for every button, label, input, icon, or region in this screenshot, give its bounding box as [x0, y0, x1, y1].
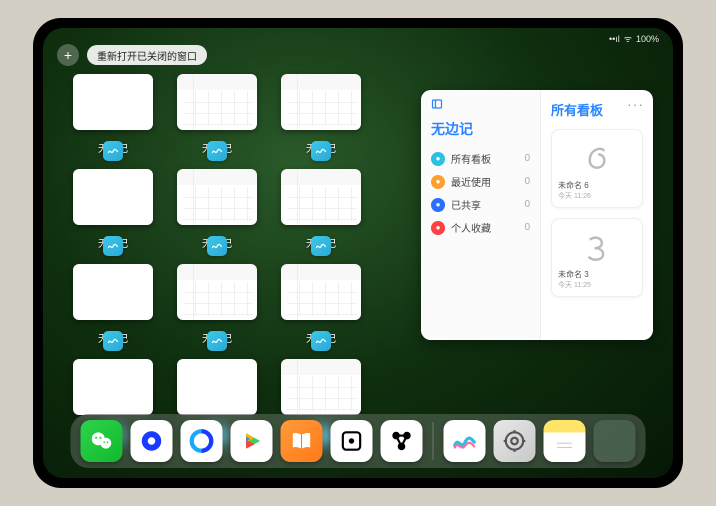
freeform-app-icon	[103, 236, 123, 256]
row-icon: ●	[431, 221, 445, 235]
row-label: 个人收藏	[451, 220, 491, 235]
window-thumb-4[interactable]: 无边记	[177, 169, 257, 250]
window-preview	[177, 359, 257, 415]
dock	[71, 414, 646, 468]
row-icon: ●	[431, 198, 445, 212]
freeform-app-icon	[311, 141, 331, 161]
row-count: 0	[524, 199, 530, 210]
freeform-app-icon	[207, 331, 227, 351]
row-count: 0	[524, 222, 530, 233]
battery-text: 100%	[636, 34, 659, 44]
board-sketch	[558, 136, 636, 180]
preview-main: 所有看板 未命名 6今天 11:26未命名 3今天 11:25	[541, 90, 653, 340]
sidebar-toggle-icon[interactable]	[431, 98, 530, 113]
freeform-preview-window[interactable]: ··· 无边记 ●所有看板0●最近使用0●已共享0●个人收藏0 所有看板 未命名…	[421, 90, 653, 340]
more-icon[interactable]: ···	[627, 96, 644, 112]
window-preview	[281, 264, 361, 320]
window-preview	[281, 74, 361, 130]
window-thumb-1[interactable]: 无边记	[177, 74, 257, 155]
board-card-1[interactable]: 未命名 3今天 11:25	[551, 218, 643, 297]
dock-app-freeform[interactable]	[444, 420, 486, 462]
window-thumb-5[interactable]: 无边记	[281, 169, 361, 250]
dock-app-connect[interactable]	[381, 420, 423, 462]
freeform-app-icon	[207, 236, 227, 256]
reopen-closed-window-button[interactable]: 重新打开已关闭的窗口	[87, 45, 207, 65]
status-bar: ••ıl ᯤ 100%	[609, 32, 659, 45]
dock-app-notes[interactable]	[544, 420, 586, 462]
ipad-device: ••ıl ᯤ 100% + 重新打开已关闭的窗口 无边记无边记无边记无边记无边记…	[33, 18, 683, 488]
board-time: 今天 11:26	[558, 191, 636, 201]
board-sketch	[558, 225, 636, 269]
dock-app-video[interactable]	[231, 420, 273, 462]
window-preview	[73, 359, 153, 415]
row-count: 0	[524, 176, 530, 187]
freeform-app-icon	[311, 331, 331, 351]
board-card-0[interactable]: 未命名 6今天 11:26	[551, 129, 643, 208]
dock-app-browser-blue[interactable]	[131, 420, 173, 462]
dock-app-wechat[interactable]	[81, 420, 123, 462]
window-preview	[73, 264, 153, 320]
reopen-label: 重新打开已关闭的窗口	[97, 48, 197, 63]
preview-sidebar: ··· 无边记 ●所有看板0●最近使用0●已共享0●个人收藏0	[421, 90, 541, 340]
new-window-button[interactable]: +	[57, 44, 79, 66]
sidebar-row-2[interactable]: ● 已共享 0	[431, 193, 530, 216]
screen: ••ıl ᯤ 100% + 重新打开已关闭的窗口 无边记无边记无边记无边记无边记…	[43, 28, 673, 478]
window-preview	[73, 169, 153, 225]
freeform-app-icon	[207, 141, 227, 161]
wifi-icon: ᯤ	[624, 32, 632, 45]
signal-icon: ••ıl	[609, 34, 620, 44]
window-preview	[281, 359, 361, 415]
dock-app-settings[interactable]	[494, 420, 536, 462]
window-thumb-8[interactable]: 无边记	[281, 264, 361, 345]
freeform-app-icon	[103, 141, 123, 161]
row-label: 最近使用	[451, 174, 491, 189]
freeform-app-icon	[311, 236, 331, 256]
row-icon: ●	[431, 175, 445, 189]
dock-app-browser-cyan[interactable]	[181, 420, 223, 462]
window-preview	[177, 169, 257, 225]
row-label: 已共享	[451, 197, 481, 212]
window-preview	[177, 74, 257, 130]
window-thumb-3[interactable]: 无边记	[73, 169, 153, 250]
window-thumb-0[interactable]: 无边记	[73, 74, 153, 155]
dock-app-books[interactable]	[281, 420, 323, 462]
sidebar-row-1[interactable]: ● 最近使用 0	[431, 170, 530, 193]
dock-separator	[433, 422, 434, 460]
freeform-app-icon	[103, 331, 123, 351]
window-thumb-6[interactable]: 无边记	[73, 264, 153, 345]
sidebar-row-0[interactable]: ● 所有看板 0	[431, 147, 530, 170]
dock-app-dice[interactable]	[331, 420, 373, 462]
row-icon: ●	[431, 152, 445, 166]
top-controls: + 重新打开已关闭的窗口	[57, 44, 207, 66]
window-preview	[177, 264, 257, 320]
window-preview	[73, 74, 153, 130]
window-preview	[281, 169, 361, 225]
mission-control-grid: 无边记无边记无边记无边记无边记无边记无边记无边记无边记无边记无边记无边记	[73, 74, 443, 440]
sidebar-title: 无边记	[431, 119, 530, 139]
dock-app-folder[interactable]	[594, 420, 636, 462]
board-time: 今天 11:25	[558, 280, 636, 290]
board-name: 未命名 3	[558, 269, 636, 280]
sidebar-row-3[interactable]: ● 个人收藏 0	[431, 216, 530, 239]
row-label: 所有看板	[451, 151, 491, 166]
window-thumb-7[interactable]: 无边记	[177, 264, 257, 345]
window-thumb-2[interactable]: 无边记	[281, 74, 361, 155]
board-name: 未命名 6	[558, 180, 636, 191]
row-count: 0	[524, 153, 530, 164]
